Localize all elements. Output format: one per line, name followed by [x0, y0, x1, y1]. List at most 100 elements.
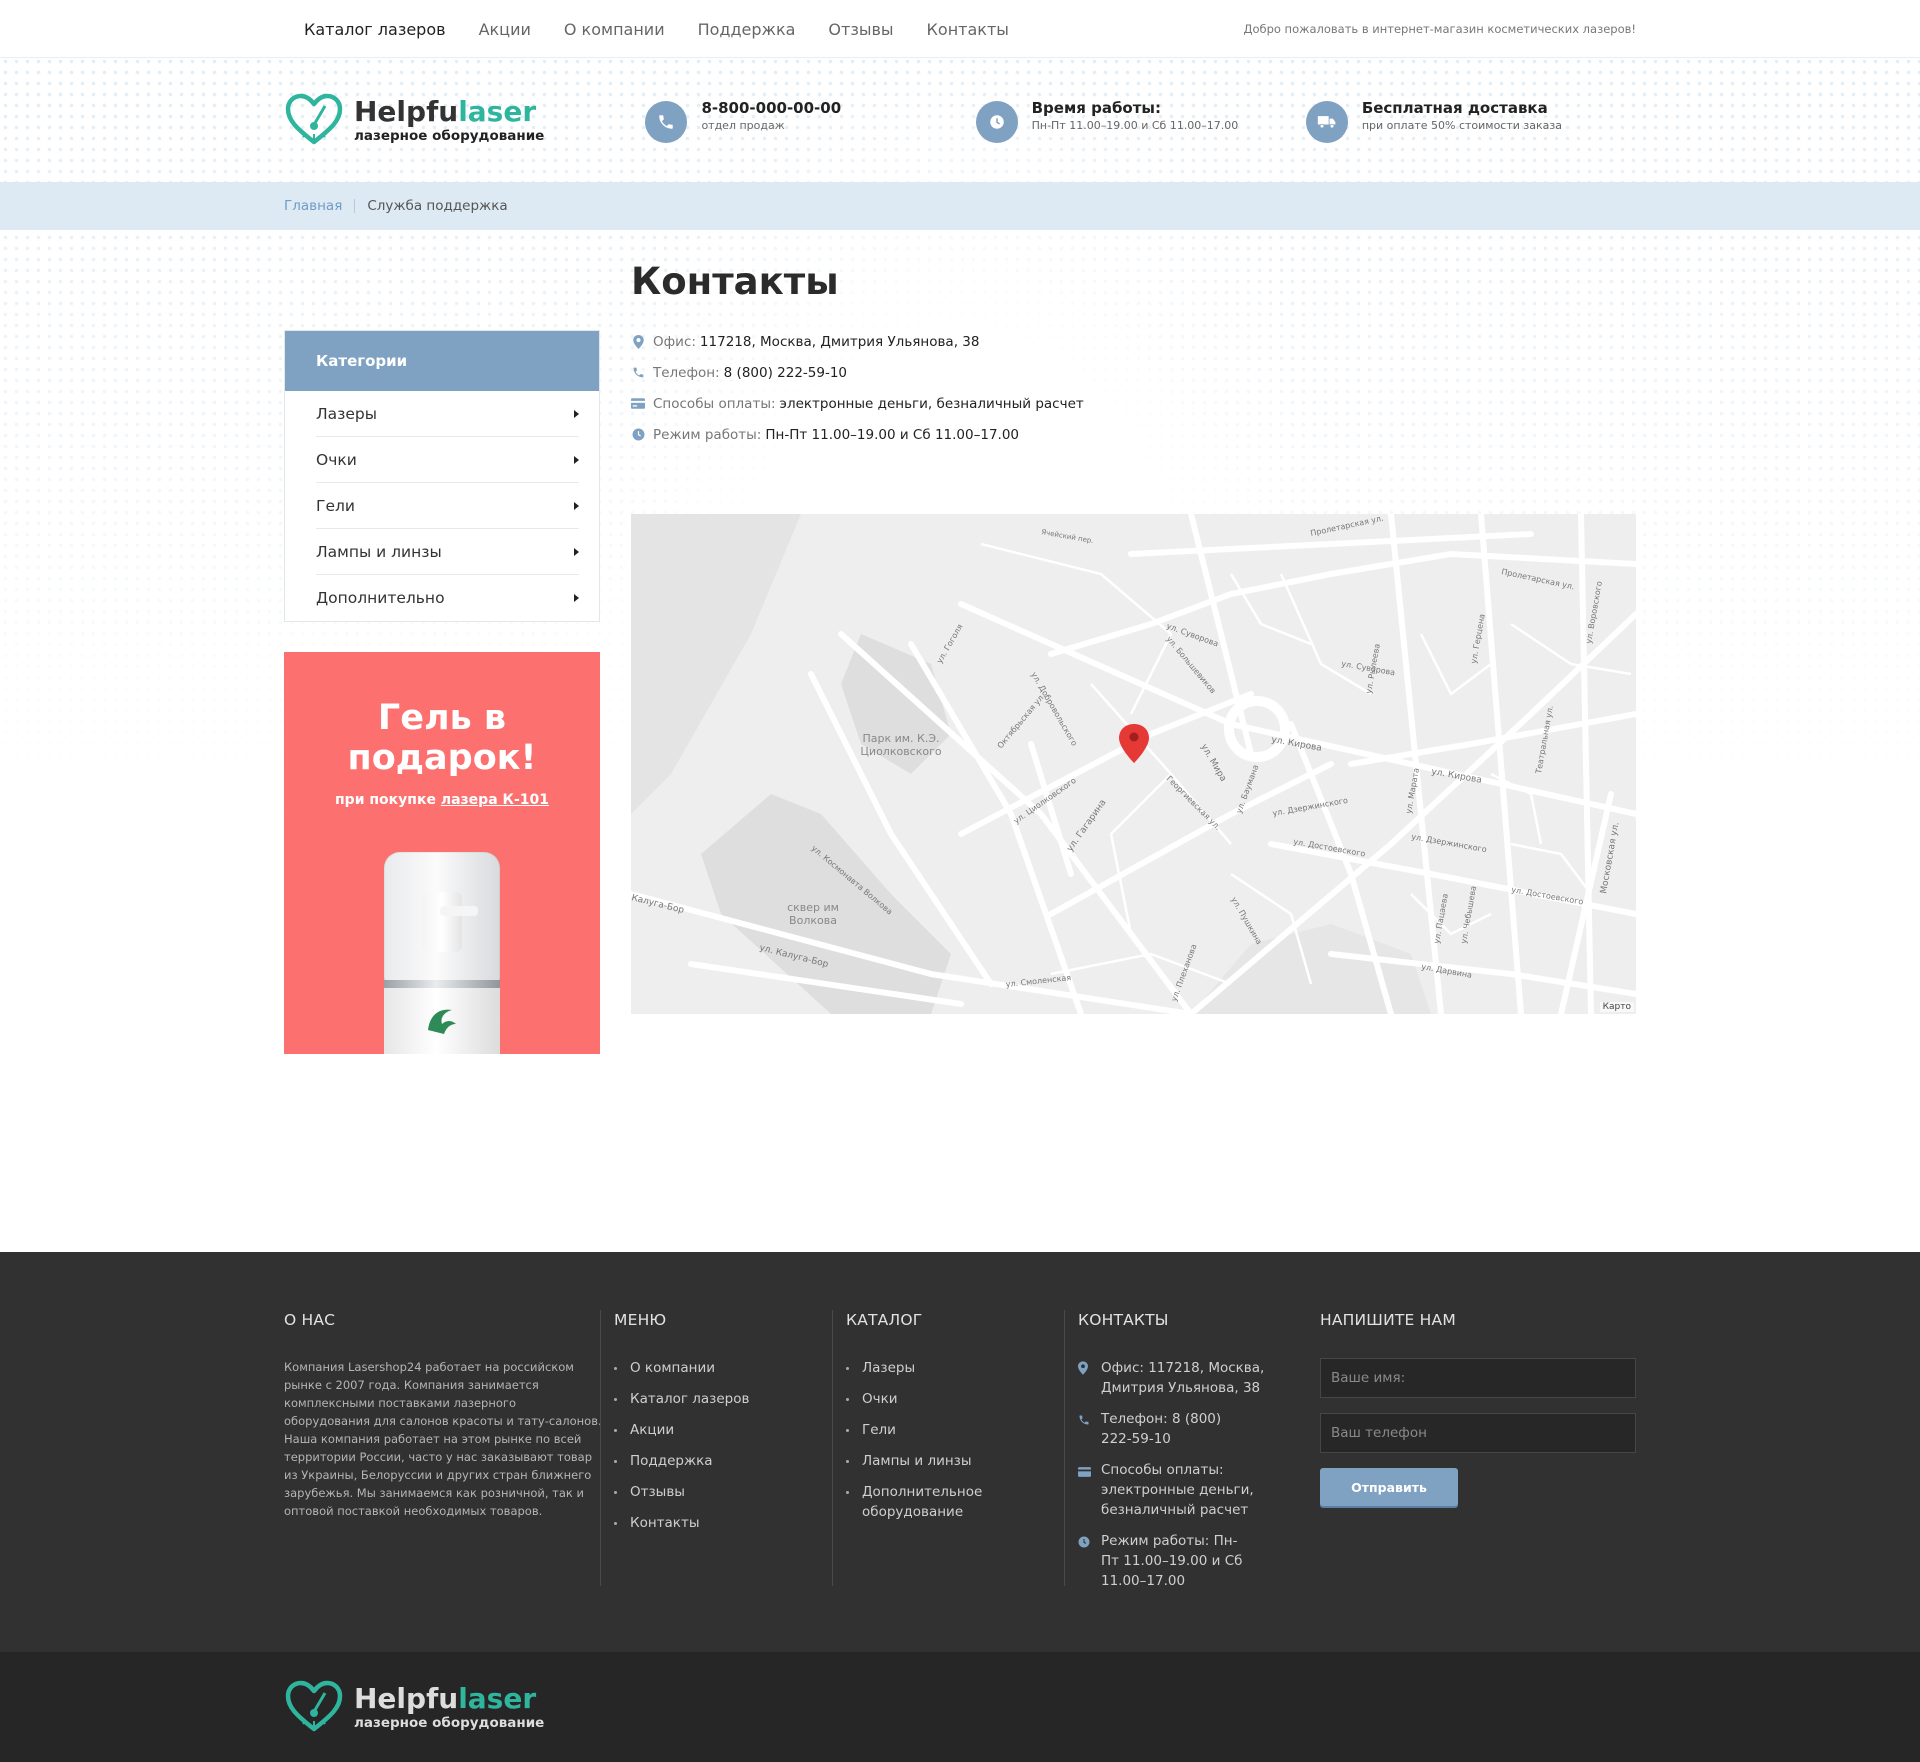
- header-delivery-title: Бесплатная доставка: [1361, 98, 1548, 117]
- footer-catalog: КАТАЛОГ Лазеры Очки Гели Лампы и линзы Д…: [832, 1310, 1078, 1652]
- footer-catalog-item[interactable]: Очки: [846, 1389, 986, 1409]
- footer-logo-tagline: лазерное оборудование: [354, 1714, 545, 1731]
- contact-hours: Режим работы: Пн-Пт 11.00–19.00 и Сб 11.0…: [631, 419, 1636, 450]
- footer-menu: МЕНЮ О компании Каталог лазеров Акции По…: [600, 1310, 846, 1652]
- nav-support[interactable]: Поддержка: [698, 20, 796, 39]
- footer-contact-hours: Режим работы: Пн-Пт 11.00–19.00 и Сб 11.…: [1078, 1531, 1306, 1591]
- footer-menu-item[interactable]: Акции: [614, 1420, 846, 1440]
- footer-catalog-item[interactable]: Гели: [846, 1420, 986, 1440]
- header-hours-title: Время работы:: [1031, 98, 1161, 117]
- categories-title: Категории: [285, 331, 599, 391]
- caret-right-icon: [574, 594, 579, 602]
- phone-icon: [645, 100, 688, 143]
- nav-promotions[interactable]: Акции: [479, 20, 531, 39]
- promo-link[interactable]: лазера К-101: [441, 792, 549, 808]
- footer-contact-office: Офис: 117218, Москва, Дмитрия Ульянова, …: [1078, 1358, 1306, 1398]
- footer-about: О НАС Компания Lasershop24 работает на р…: [284, 1310, 614, 1652]
- clock-icon: [1078, 1531, 1090, 1591]
- footer-menu-item[interactable]: Каталог лазеров: [614, 1389, 846, 1409]
- footer-menu-item[interactable]: Контакты: [614, 1513, 846, 1533]
- footer-logo[interactable]: Helpfulaser лазерное оборудование: [284, 1679, 654, 1735]
- clock-icon: [975, 100, 1018, 143]
- logo-tagline: лазерное оборудование: [354, 127, 545, 144]
- caret-right-icon: [574, 547, 579, 556]
- name-input[interactable]: [1320, 1358, 1636, 1398]
- footer: О НАС Компания Lasershop24 работает на р…: [0, 1252, 1920, 1652]
- footer-catalog-item[interactable]: Дополнительное оборудование: [846, 1482, 996, 1522]
- footer-contacts: КОНТАКТЫ Офис: 117218, Москва, Дмитрия У…: [1064, 1310, 1306, 1652]
- truck-icon: [1305, 100, 1348, 143]
- logo-brand: Helpfulaser: [354, 94, 537, 128]
- category-lasers[interactable]: Лазеры: [316, 391, 579, 437]
- sidebar: Категории Лазеры Очки Гели Лампы и линзы…: [284, 330, 600, 1054]
- phone-icon: [1078, 1409, 1090, 1449]
- promo-banner[interactable]: Гель в подарок! при покупке лазера К-101: [284, 652, 600, 1054]
- breadcrumb-separator: [354, 199, 356, 213]
- map-attribution[interactable]: Карто: [1599, 1002, 1634, 1012]
- clock-icon: [631, 428, 645, 442]
- caret-right-icon: [574, 409, 579, 418]
- gel-bottle-image: [384, 852, 500, 1054]
- category-additional[interactable]: Дополнительно: [316, 575, 579, 621]
- category-lamps[interactable]: Лампы и линзы: [316, 529, 579, 575]
- credit-card-icon: [1078, 1460, 1091, 1520]
- header-phone: 8-800-000-00-00 отдел продаж: [645, 98, 975, 143]
- promo-subtitle: при покупке лазера К-101: [335, 792, 549, 808]
- footer-contact-phone: Телефон: 8 (800) 222-59-10: [1078, 1409, 1306, 1449]
- svg-text:Парк им. К.Э.: Парк им. К.Э.: [862, 732, 939, 745]
- svg-text:Циолковского: Циолковского: [860, 745, 942, 758]
- location-pin-icon: [1078, 1358, 1090, 1398]
- svg-text:Волкова: Волкова: [789, 914, 837, 927]
- nav-catalog[interactable]: Каталог лазеров: [304, 20, 446, 39]
- contacts-content: Контакты Офис: 117218, Москва, Дмитрия Ул…: [631, 230, 1636, 1014]
- breadcrumb: Главная Служба поддержка: [0, 182, 1920, 230]
- footer-menu-item[interactable]: О компании: [614, 1358, 846, 1378]
- breadcrumb-current: Служба поддержка: [367, 198, 508, 214]
- logo[interactable]: Helpfulaser лазерное оборудование: [284, 92, 645, 148]
- contact-payment: Способы оплаты: электронные деньги, безна…: [631, 388, 1636, 419]
- nav-reviews[interactable]: Отзывы: [828, 20, 893, 39]
- nav-contacts[interactable]: Контакты: [927, 20, 1009, 39]
- top-navigation: Каталог лазеров Акции О компании Поддерж…: [0, 0, 1920, 58]
- svg-text:сквер им: сквер им: [787, 901, 839, 914]
- categories-box: Категории Лазеры Очки Гели Лампы и линзы…: [284, 330, 600, 622]
- footer-contacts-title: КОНТАКТЫ: [1078, 1311, 1169, 1329]
- footer-form: НАПИШИТЕ НАМ Отправить: [1320, 1310, 1636, 1652]
- contact-phone: Телефон: 8 (800) 222-59-10: [631, 357, 1636, 388]
- header-hours-sub: Пн-Пт 11.00–19.00 и Сб 11.00–17.00: [1031, 118, 1239, 132]
- footer-menu-item[interactable]: Поддержка: [614, 1451, 846, 1471]
- breadcrumb-home[interactable]: Главная: [284, 198, 342, 214]
- footer-menu-item[interactable]: Отзывы: [614, 1482, 846, 1502]
- nav-about[interactable]: О компании: [564, 20, 665, 39]
- heart-laser-logo-icon: [285, 1680, 343, 1732]
- footer-logo-brand: Helpfulaser: [354, 1681, 537, 1715]
- contact-list: Офис: 117218, Москва, Дмитрия Ульянова, 3…: [631, 326, 1636, 450]
- footer-about-title: О НАС: [284, 1311, 336, 1329]
- caret-right-icon: [574, 455, 579, 464]
- main-content: Категории Лазеры Очки Гели Лампы и линзы…: [0, 230, 1920, 1252]
- phone-input[interactable]: [1320, 1413, 1636, 1453]
- header-hours: Время работы: Пн-Пт 11.00–19.00 и Сб 11.…: [975, 98, 1306, 143]
- footer-contact-payment: Способы оплаты: электронные деньги, безн…: [1078, 1460, 1306, 1520]
- header-phone-number[interactable]: 8-800-000-00-00: [701, 98, 841, 118]
- footer-catalog-item[interactable]: Лампы и линзы: [846, 1451, 986, 1471]
- footer-form-title: НАПИШИТЕ НАМ: [1320, 1311, 1456, 1329]
- credit-card-icon: [631, 397, 645, 411]
- location-map[interactable]: Парк им. К.Э. Циолковского сквер им Волк…: [631, 514, 1636, 1014]
- footer-bottom: Helpfulaser лазерное оборудование: [0, 1652, 1920, 1762]
- category-glasses[interactable]: Очки: [316, 437, 579, 483]
- location-pin-icon: [631, 334, 645, 349]
- footer-menu-title: МЕНЮ: [614, 1311, 667, 1329]
- phone-icon: [631, 366, 645, 380]
- footer-catalog-item[interactable]: Лазеры: [846, 1358, 986, 1378]
- site-header: Helpfulaser лазерное оборудование 8-800-…: [0, 58, 1920, 182]
- page-title: Контакты: [631, 260, 839, 303]
- category-gels[interactable]: Гели: [316, 483, 579, 529]
- contact-office: Офис: 117218, Москва, Дмитрия Ульянова, 3…: [631, 326, 1636, 357]
- caret-right-icon: [574, 501, 579, 510]
- header-phone-sub: отдел продаж: [701, 118, 785, 132]
- header-delivery: Бесплатная доставка при оплате 50% стоим…: [1305, 98, 1636, 143]
- header-delivery-sub: при оплате 50% стоимости заказа: [1361, 118, 1562, 132]
- submit-button[interactable]: Отправить: [1320, 1468, 1458, 1506]
- footer-catalog-title: КАТАЛОГ: [846, 1311, 923, 1329]
